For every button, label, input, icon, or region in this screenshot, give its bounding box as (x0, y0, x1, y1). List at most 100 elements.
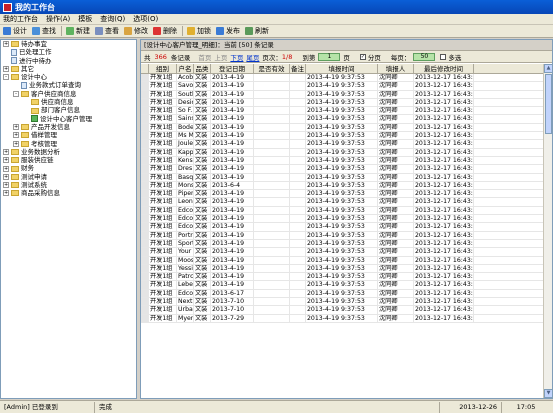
row-selector[interactable] (141, 281, 149, 289)
tree-item[interactable]: + 其它 (1, 65, 136, 73)
row-selector[interactable] (141, 156, 149, 165)
row-selector[interactable] (141, 90, 149, 98)
nav-tree[interactable]: + 待办事宜 已处理工作 进行中待办 + 其它 - 设计中心 业务款式订单查询 - 客户供应商信息供… (0, 39, 137, 399)
column-header[interactable]: 登记日期 (211, 64, 254, 73)
expand-icon[interactable]: + (3, 41, 9, 48)
table-row[interactable]: 开发1组 Edco 文装 2013-4-19 2013-4-19 9:37:53 沈同卿 2… (141, 206, 544, 216)
table-row[interactable]: 开发1组 Basq 文装 2013-4-19 2013-4-19 9:37:53 沈同卿 2… (141, 173, 544, 182)
expand-icon[interactable]: + (13, 140, 19, 147)
row-selector[interactable] (141, 198, 149, 206)
row-selector[interactable] (141, 223, 149, 231)
menu-item[interactable]: 查询(Q) (100, 14, 125, 24)
row-selector[interactable] (141, 314, 149, 322)
row-selector[interactable] (141, 74, 149, 82)
column-header[interactable]: 户名 (177, 64, 194, 73)
scroll-up-arrow-icon[interactable]: ▲ (544, 64, 552, 73)
row-selector[interactable] (141, 256, 149, 264)
multi-select-checkbox[interactable] (440, 53, 447, 60)
tree-item[interactable]: + 商品采购信息 (1, 189, 136, 197)
table-row[interactable]: 开发1组 Moos 文装 2013-4-19 2013-4-19 9:37:53 沈同卿 2… (141, 256, 544, 265)
table-row[interactable]: 开发1组 Soutl 文装 2013-4-19 2013-4-19 9:37:53 沈同卿… (141, 90, 544, 99)
table-row[interactable]: 开发1组 Bode 文装 2013-4-19 2013-4-19 9:37:53 沈同卿 2… (141, 123, 544, 133)
collapse-icon[interactable]: - (13, 90, 19, 97)
table-row[interactable]: 开发1组 Ms M 文装 2013-4-19 2013-4-19 9:37:53 沈同卿 2… (141, 132, 544, 141)
menu-item[interactable]: 选项(O) (133, 14, 158, 24)
tree-item[interactable]: + 产品开发信息 (1, 123, 136, 131)
table-row[interactable]: 开发1组 Dres: 文装 2013-4-19 2013-4-19 9:37:53 沈同卿… (141, 165, 544, 174)
expand-icon[interactable]: + (13, 124, 19, 131)
row-selector[interactable] (141, 165, 149, 173)
row-selector[interactable] (141, 123, 149, 132)
table-row[interactable]: 开发1组 Urba 文装 2013-7-10 2013-4-19 9:37:53 沈同卿 2… (141, 306, 544, 315)
table-row[interactable]: 开发1组 Leon 文装 2013-4-19 2013-4-19 9:37:53 沈同卿 2… (141, 198, 544, 207)
row-selector[interactable] (141, 148, 149, 156)
tree-item[interactable]: 设计中心客户管理 (1, 115, 136, 123)
tree-item[interactable]: 部门客户信息 (1, 106, 136, 114)
table-row[interactable]: 开发1组 Savo 文装 2013-4-19 2013-4-19 9:37:53 沈同卿 2… (141, 82, 544, 91)
column-header[interactable]: 组别 (149, 64, 177, 73)
row-selector[interactable] (141, 206, 149, 215)
row-selector[interactable] (141, 273, 149, 281)
toolbar-button[interactable]: 查找 (32, 26, 56, 36)
first-page-link[interactable]: 首页 (198, 52, 211, 62)
row-selector[interactable] (141, 140, 149, 148)
table-row[interactable]: 开发1组 Portr 文装 2013-4-19 2013-4-19 9:37:53 沈同卿… (141, 231, 544, 240)
prev-page-link[interactable]: 上页 (214, 52, 227, 62)
tree-item[interactable]: + 业务数据分析 (1, 148, 136, 156)
column-header[interactable]: 备注 (290, 64, 306, 73)
collapse-icon[interactable]: - (3, 74, 9, 81)
table-row[interactable]: 开发1组 Desic 文装 2013-4-19 2013-4-19 9:37:53 沈同卿… (141, 98, 544, 108)
tree-item[interactable]: + 测试申请 (1, 173, 136, 181)
toolbar-button[interactable]: 修改 (124, 26, 148, 36)
row-selector[interactable] (141, 173, 149, 181)
tree-item[interactable]: 业务款式订单查询 (1, 81, 136, 89)
row-selector[interactable] (141, 215, 149, 223)
table-row[interactable]: 开发1组 Kens 文装 2013-4-19 2013-4-19 9:37:53 沈同卿 2… (141, 156, 544, 166)
scroll-thumb[interactable] (545, 74, 552, 134)
expand-icon[interactable]: + (3, 165, 9, 172)
scroll-down-arrow-icon[interactable]: ▼ (544, 389, 552, 398)
table-row[interactable]: 开发1组 Patrc 文装 2013-4-19 2013-4-19 9:37:53 沈同卿… (141, 273, 544, 282)
table-row[interactable]: 开发1组 Lebe 文装 2013-4-19 2013-4-19 9:37:53 沈同卿 2… (141, 281, 544, 290)
expand-icon[interactable]: + (3, 66, 9, 73)
table-row[interactable]: 开发1组 Sport 文装 2013-4-19 2013-4-19 9:37:53 沈同卿… (141, 239, 544, 249)
last-page-link[interactable]: 尾页 (246, 52, 259, 62)
row-selector[interactable] (141, 82, 149, 90)
row-selector[interactable] (141, 98, 149, 107)
column-header[interactable]: 填报时间 (306, 64, 378, 73)
toolbar-button[interactable]: 设计 (3, 26, 27, 36)
expand-icon[interactable]: + (3, 157, 9, 164)
tree-item[interactable]: - 客户供应商信息 (1, 90, 136, 98)
paging-checkbox[interactable]: ✓ (359, 53, 366, 60)
row-selector[interactable] (141, 239, 149, 248)
row-selector[interactable] (141, 132, 149, 140)
toolbar-button[interactable]: 新建 (66, 26, 90, 36)
row-selector[interactable] (141, 298, 149, 306)
goto-page-input[interactable]: 1 (318, 52, 341, 61)
table-row[interactable]: 开发1组 So F. 文装 2013-4-19 2013-4-19 9:37:53 沈同卿… (141, 107, 544, 116)
tree-item[interactable]: + 财务 (1, 164, 136, 172)
column-header[interactable]: 填报人 (378, 64, 414, 73)
table-row[interactable]: 开发1组 Myer 文装 2013-7-29 2013-4-19 9:37:53 沈同卿 2… (141, 314, 544, 323)
toolbar-button[interactable]: 查看 (95, 26, 119, 36)
column-header[interactable]: 最后修改时间 (414, 64, 474, 73)
menu-item[interactable]: 操作(A) (46, 14, 70, 24)
table-row[interactable]: 开发1组 Next 文装 2013-7-10 2013-4-19 9:37:53 沈同卿 2… (141, 298, 544, 307)
per-page-input[interactable]: 50 (413, 52, 436, 61)
tree-item[interactable]: + 考核管理 (1, 140, 136, 148)
expand-icon[interactable]: + (3, 190, 9, 197)
table-row[interactable]: 开发1组 Kapp 文装 2013-4-19 2013-4-19 9:37:53 沈同卿 2… (141, 148, 544, 157)
table-row[interactable]: 开发1组 Edco 文装 2013-6-17 2013-4-19 9:37:53 沈同卿 2… (141, 289, 544, 299)
row-selector[interactable] (141, 115, 149, 123)
column-header[interactable]: 品类 (194, 64, 211, 73)
row-selector[interactable] (141, 248, 149, 256)
table-row[interactable]: 开发1组 Joule 文装 2013-4-19 2013-4-19 9:37:53 沈同卿… (141, 140, 544, 149)
vertical-scrollbar[interactable]: ▲ ▼ (543, 64, 552, 398)
column-header[interactable]: 是否有效 (254, 64, 290, 73)
row-selector[interactable] (141, 289, 149, 298)
table-row[interactable]: 开发1组 Yessi 文装 2013-4-19 2013-4-19 9:37:53 沈同卿… (141, 264, 544, 274)
next-page-link[interactable]: 下页 (230, 52, 243, 62)
expand-icon[interactable]: + (13, 132, 19, 139)
row-selector[interactable] (141, 306, 149, 314)
table-row[interactable]: 开发1组 Edco 文装 2013-4-19 2013-4-19 9:37:53 沈同卿 2… (141, 223, 544, 232)
